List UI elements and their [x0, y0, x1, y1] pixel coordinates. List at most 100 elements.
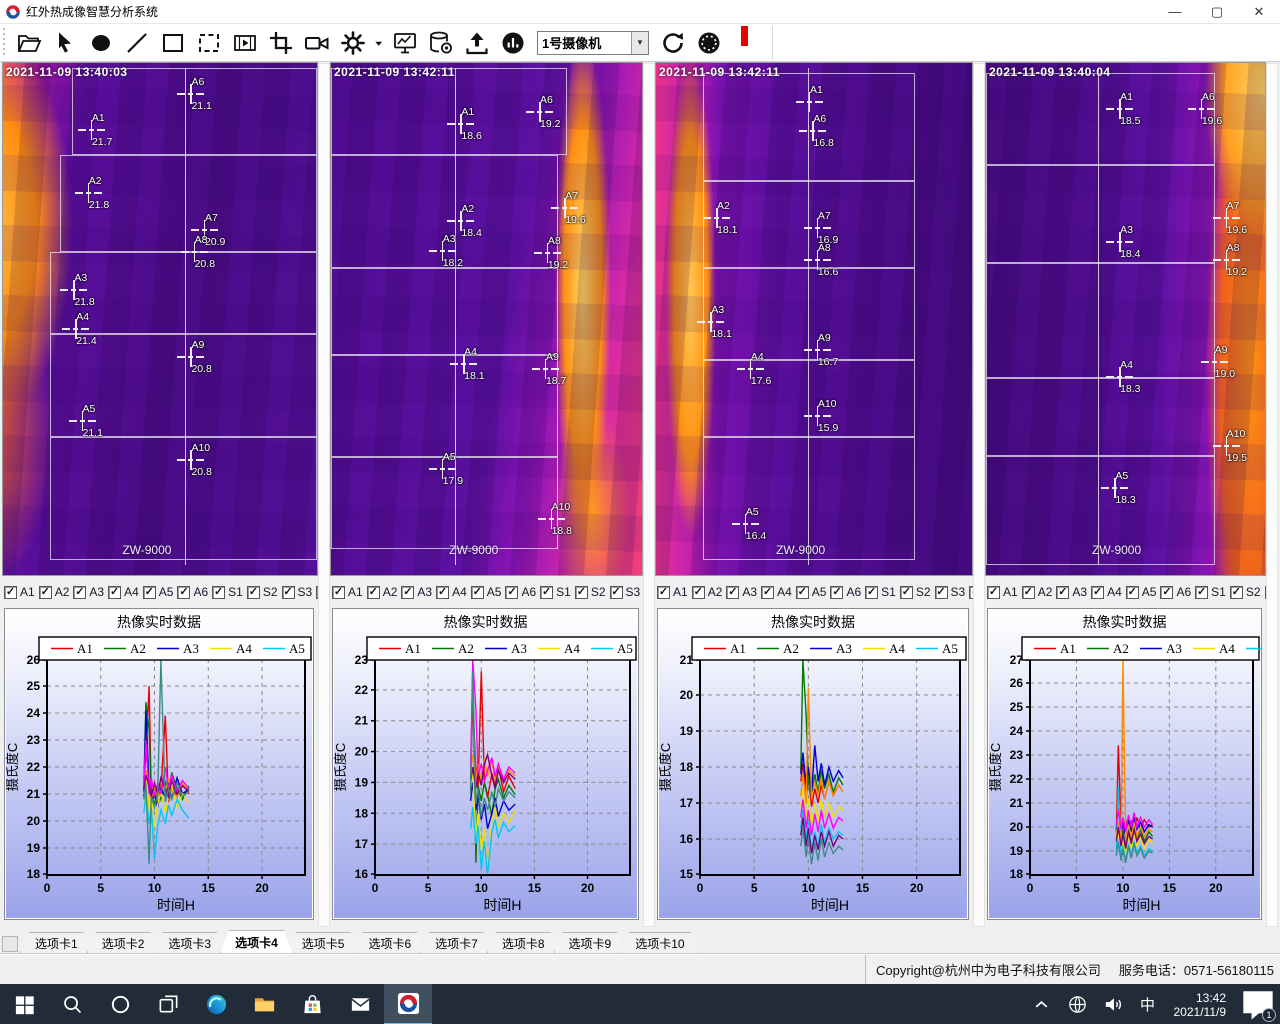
series-checkbox-a2[interactable]: ✓A2	[39, 585, 70, 599]
checkbox-checked-icon[interactable]: ✓	[610, 586, 623, 599]
store-icon[interactable]	[288, 984, 336, 1024]
cursor-icon[interactable]	[47, 26, 83, 60]
camera-select[interactable]: 1号摄像机 ▼	[537, 31, 649, 55]
mail-icon[interactable]	[336, 984, 384, 1024]
checkbox-checked-icon[interactable]: ✓	[1056, 586, 1069, 599]
checkbox-checked-icon[interactable]: ✓	[540, 586, 553, 599]
series-checkbox-a6[interactable]: ✓A6	[177, 585, 208, 599]
upload-icon[interactable]	[459, 26, 495, 60]
checkbox-checked-icon[interactable]: ✓	[4, 586, 17, 599]
ellipse-icon[interactable]	[83, 26, 119, 60]
series-checkbox-a5[interactable]: ✓A5	[471, 585, 502, 599]
series-checkbox-s2[interactable]: ✓S2	[1230, 585, 1261, 599]
series-checkbox-s3[interactable]: ✓S3	[935, 585, 966, 599]
series-checkbox-s1[interactable]: ✓S1	[212, 585, 243, 599]
rectangle-icon[interactable]	[155, 26, 191, 60]
minimize-button[interactable]: —	[1154, 0, 1196, 23]
series-checkbox-a1[interactable]: ✓A1	[987, 585, 1018, 599]
series-checkbox-a4[interactable]: ✓A4	[436, 585, 467, 599]
series-checkbox-a5[interactable]: ✓A5	[796, 585, 827, 599]
checkbox-checked-icon[interactable]: ✓	[1126, 586, 1139, 599]
series-checkbox-a3[interactable]: ✓A3	[1056, 585, 1087, 599]
tab-3[interactable]: 选项卡3	[153, 932, 226, 953]
checkbox-checked-icon[interactable]: ✓	[987, 586, 1000, 599]
series-checkbox-a2[interactable]: ✓A2	[367, 585, 398, 599]
video-camera-icon[interactable]	[299, 26, 335, 60]
checkbox-checked-icon[interactable]: ✓	[367, 586, 380, 599]
checkbox-checked-icon[interactable]: ✓	[282, 586, 295, 599]
start-button[interactable]	[0, 984, 48, 1024]
tab-9[interactable]: 选项卡9	[554, 932, 627, 953]
checkbox-checked-icon[interactable]: ✓	[692, 586, 705, 599]
checkbox-checked-icon[interactable]: ✓	[796, 586, 809, 599]
gauge-icon[interactable]	[691, 26, 727, 60]
chart-monitor-icon[interactable]	[387, 26, 423, 60]
checkbox-checked-icon[interactable]: ✓	[39, 586, 52, 599]
checkbox-checked-icon[interactable]: ✓	[575, 586, 588, 599]
series-checkbox-s1[interactable]: ✓S1	[1195, 585, 1226, 599]
series-checkbox-a4[interactable]: ✓A4	[108, 585, 139, 599]
cortana-icon[interactable]	[96, 984, 144, 1024]
series-checkbox-a2[interactable]: ✓A2	[1022, 585, 1053, 599]
file-explorer-icon[interactable]	[240, 984, 288, 1024]
refresh-icon[interactable]	[655, 26, 691, 60]
checkbox-checked-icon[interactable]: ✓	[1091, 586, 1104, 599]
series-checkbox-a5[interactable]: ✓A5	[1126, 585, 1157, 599]
series-checkbox-a1[interactable]: ✓A1	[4, 585, 35, 599]
checkbox-checked-icon[interactable]: ✓	[401, 586, 414, 599]
tab-7[interactable]: 选项卡7	[420, 932, 493, 953]
thermal-image-4[interactable]: 2021-11-09 13:40:04ZW-9000A118.5A619.6A3…	[985, 62, 1266, 576]
series-checkbox-a6[interactable]: ✓A6	[505, 585, 536, 599]
open-folder-icon[interactable]	[11, 26, 47, 60]
dropdown-arrow-icon[interactable]	[371, 26, 387, 60]
checkbox-checked-icon[interactable]: ✓	[1160, 586, 1173, 599]
tab-scroll-button[interactable]	[2, 936, 18, 952]
selection-icon[interactable]	[191, 26, 227, 60]
series-checkbox-a5[interactable]: ✓A5	[143, 585, 174, 599]
checkbox-checked-icon[interactable]: ✓	[505, 586, 518, 599]
series-checkbox-s2[interactable]: ✓S2	[900, 585, 931, 599]
tray-chevron-up-icon[interactable]	[1024, 993, 1060, 1016]
network-globe-icon[interactable]	[1060, 993, 1096, 1016]
settings-gear-icon[interactable]	[335, 26, 371, 60]
tab-10[interactable]: 选项卡10	[620, 932, 699, 953]
video-frames-icon[interactable]	[227, 26, 263, 60]
checkbox-checked-icon[interactable]: ✓	[436, 586, 449, 599]
checkbox-checked-icon[interactable]: ✓	[935, 586, 948, 599]
crop-icon[interactable]	[263, 26, 299, 60]
checkbox-checked-icon[interactable]: ✓	[657, 586, 670, 599]
volume-icon[interactable]	[1096, 993, 1132, 1016]
close-button[interactable]: ✕	[1238, 0, 1280, 23]
checkbox-checked-icon[interactable]: ✓	[726, 586, 739, 599]
checkbox-checked-icon[interactable]: ✓	[761, 586, 774, 599]
tab-1[interactable]: 选项卡1	[20, 932, 93, 953]
checkbox-checked-icon[interactable]: ✓	[830, 586, 843, 599]
series-checkbox-a1[interactable]: ✓A1	[332, 585, 363, 599]
checkbox-checked-icon[interactable]: ✓	[108, 586, 121, 599]
checkbox-checked-icon[interactable]: ✓	[865, 586, 878, 599]
record-icon[interactable]	[741, 26, 748, 46]
search-icon[interactable]	[48, 984, 96, 1024]
checkbox-checked-icon[interactable]: ✓	[143, 586, 156, 599]
taskbar-app-thermal[interactable]	[384, 984, 432, 1024]
checkbox-checked-icon[interactable]: ✓	[332, 586, 345, 599]
checkbox-checked-icon[interactable]: ✓	[177, 586, 190, 599]
thermal-image-2[interactable]: 2021-11-09 13:42:11ZW-9000A118.6A619.2A2…	[330, 62, 643, 576]
thermal-image-3[interactable]: 2021-11-09 13:42:11ZW-9000A1A616.8A218.1…	[655, 62, 973, 576]
tab-2[interactable]: 选项卡2	[87, 932, 160, 953]
camera-select-arrow-icon[interactable]: ▼	[631, 32, 648, 54]
checkbox-checked-icon[interactable]: ✓	[900, 586, 913, 599]
series-checkbox-a4[interactable]: ✓A4	[761, 585, 792, 599]
series-checkbox-a3[interactable]: ✓A3	[726, 585, 757, 599]
ime-indicator[interactable]: 中	[1132, 994, 1164, 1015]
tab-5[interactable]: 选项卡5	[287, 932, 360, 953]
maximize-button[interactable]: ▢	[1196, 0, 1238, 23]
series-checkbox-a6[interactable]: ✓A6	[1160, 585, 1191, 599]
series-checkbox-s2[interactable]: ✓S2	[247, 585, 278, 599]
line-icon[interactable]	[119, 26, 155, 60]
series-checkbox-a3[interactable]: ✓A3	[401, 585, 432, 599]
checkbox-checked-icon[interactable]: ✓	[1230, 586, 1243, 599]
series-checkbox-s1[interactable]: ✓S1	[540, 585, 571, 599]
checkbox-checked-icon[interactable]: ✓	[247, 586, 260, 599]
action-center-icon[interactable]: 1	[1236, 983, 1280, 1024]
